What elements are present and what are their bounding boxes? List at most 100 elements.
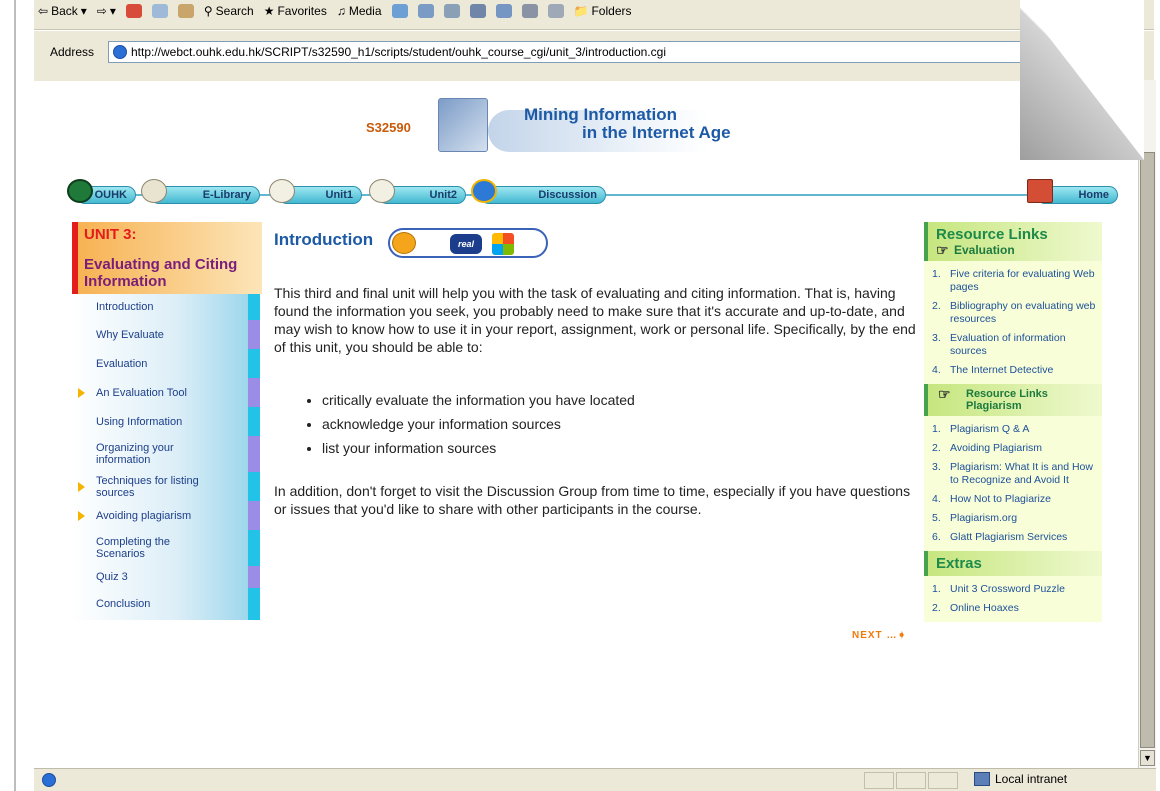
page-viewport: S32590 Mining Information in the Interne… bbox=[48, 82, 1138, 768]
resource-link[interactable]: 1. Plagiarism Q & A bbox=[932, 420, 1098, 439]
address-label: Address bbox=[50, 45, 95, 59]
favorites-button[interactable]: ★ Favorites bbox=[264, 4, 327, 18]
windows-media-icon[interactable] bbox=[492, 233, 514, 255]
forward-button[interactable]: ⇨ ▾ bbox=[97, 4, 116, 18]
menu-item-using-information[interactable]: Using Information bbox=[72, 407, 260, 436]
edit-icon[interactable] bbox=[469, 4, 486, 18]
discuss-icon[interactable] bbox=[495, 4, 512, 18]
nav-elibrary[interactable]: E-Library bbox=[141, 179, 260, 204]
plagiarism-resources: ☞ Resource Links Plagiarism 1. Plagiarism… bbox=[924, 384, 1102, 551]
chevron-down-icon: ▾ bbox=[109, 4, 116, 18]
menu-item-organizing[interactable]: Organizing your information bbox=[72, 436, 260, 472]
next-arrow-icon: …➧ bbox=[886, 630, 907, 641]
search-icon: ⚲ bbox=[203, 4, 213, 18]
back-button[interactable]: ⇦ Back ▾ bbox=[38, 4, 87, 18]
course-banner: S32590 Mining Information in the Interne… bbox=[338, 92, 808, 162]
print-icon[interactable] bbox=[443, 4, 460, 18]
course-code: S32590 bbox=[366, 120, 411, 135]
scroll-down-button[interactable]: ▼ bbox=[1140, 750, 1155, 766]
history-icon[interactable] bbox=[391, 4, 408, 18]
list-item: acknowledge your information sources bbox=[322, 412, 635, 436]
book-icon bbox=[269, 179, 295, 203]
evaluation-subheading: ☞ Evaluation bbox=[924, 242, 1102, 261]
refresh-icon[interactable] bbox=[151, 4, 168, 18]
ie-page-icon bbox=[113, 45, 127, 59]
media-button[interactable]: ♫ Media bbox=[337, 4, 382, 18]
page-title: Introduction bbox=[274, 230, 374, 249]
intro-paragraph: This third and final unit will help you … bbox=[274, 285, 916, 355]
unit-label: UNIT 3: bbox=[84, 226, 137, 243]
browser-window: ⇦ Back ▾ ⇨ ▾ ⚲ Search ★ Favorites ♫ Medi… bbox=[14, 0, 1156, 791]
unit-menu: Introduction Why Evaluate Evaluation An … bbox=[72, 294, 260, 620]
ouhk-logo-icon bbox=[67, 179, 93, 203]
browser-toolbar: ⇦ Back ▾ ⇨ ▾ ⚲ Search ★ Favorites ♫ Medi… bbox=[34, 0, 1154, 30]
folders-button[interactable]: 📁 Folders bbox=[574, 4, 632, 18]
resource-link[interactable]: 2. Online Hoaxes bbox=[932, 599, 1098, 618]
triangle-bullet-icon bbox=[78, 510, 85, 521]
messenger-icon[interactable] bbox=[547, 4, 564, 18]
menu-item-evaluation[interactable]: Evaluation bbox=[72, 349, 260, 378]
resource-link[interactable]: 4. The Internet Detective bbox=[932, 361, 1098, 380]
url-input[interactable]: http://webct.ouhk.edu.hk/SCRIPT/s32590_h… bbox=[108, 41, 1056, 63]
evaluation-resources: Resource Links ☞ Evaluation 1. Five crite… bbox=[924, 222, 1102, 384]
pointing-hand-icon: ☞ bbox=[938, 386, 951, 402]
ie-status-icon bbox=[42, 773, 56, 787]
status-cell bbox=[896, 772, 926, 789]
list-item: critically evaluate the information you … bbox=[322, 388, 635, 412]
menu-item-quiz3[interactable]: Quiz 3 bbox=[72, 566, 260, 588]
book-icon bbox=[369, 179, 395, 203]
extras-heading: Extras bbox=[924, 551, 1102, 576]
resource-panel: Resource Links ☞ Evaluation 1. Five crite… bbox=[924, 222, 1102, 622]
nav-ouhk[interactable]: OUHK bbox=[67, 179, 136, 204]
nav-unit2[interactable]: Unit2 bbox=[369, 179, 466, 204]
menu-item-evaluation-tool[interactable]: An Evaluation Tool bbox=[72, 378, 260, 407]
speaker-icon[interactable] bbox=[392, 232, 416, 254]
nav-home[interactable]: Home bbox=[1027, 179, 1118, 204]
resource-link[interactable]: 6. Glatt Plagiarism Services bbox=[932, 528, 1098, 547]
house-icon bbox=[1027, 179, 1053, 203]
discussion-paragraph: In addition, don't forget to visit the D… bbox=[274, 483, 911, 517]
menu-item-conclusion[interactable]: Conclusion bbox=[72, 588, 260, 620]
menu-item-why-evaluate[interactable]: Why Evaluate bbox=[72, 320, 260, 349]
search-button[interactable]: ⚲ Search bbox=[204, 4, 254, 18]
folder-icon: 📁 bbox=[573, 4, 589, 18]
evaluation-links: 1. Five criteria for evaluating Web pages… bbox=[924, 261, 1102, 384]
resource-link[interactable]: 3. Evaluation of information sources bbox=[932, 329, 1098, 361]
resource-link[interactable]: 1. Unit 3 Crossword Puzzle bbox=[932, 580, 1098, 599]
resource-link[interactable]: 3. Plagiarism: What It is and How to Reco… bbox=[932, 458, 1098, 490]
resource-link[interactable]: 2. Avoiding Plagiarism bbox=[932, 439, 1098, 458]
address-bar: Address http://webct.ouhk.edu.hk/SCRIPT/… bbox=[34, 31, 1154, 81]
vertical-scrollbar[interactable]: ▼ bbox=[1138, 80, 1156, 768]
discussion-icon bbox=[471, 179, 497, 203]
course-title: Mining Information in the Internet Age bbox=[524, 105, 731, 142]
monitor-graphic bbox=[438, 98, 488, 152]
mouse-icon bbox=[141, 179, 167, 203]
resource-link[interactable]: 4. How Not to Plagiarize bbox=[932, 490, 1098, 509]
home-icon[interactable] bbox=[177, 4, 194, 18]
realplayer-icon[interactable]: real bbox=[450, 234, 482, 254]
stop-icon[interactable] bbox=[125, 4, 142, 18]
media-icon: ♫ bbox=[336, 4, 346, 18]
extras-resources: Extras 1. Unit 3 Crossword Puzzle 2. Onlin… bbox=[924, 551, 1102, 622]
list-item: list your information sources bbox=[322, 436, 635, 460]
pointing-hand-icon: ☞ bbox=[936, 242, 949, 258]
menu-item-introduction[interactable]: Introduction bbox=[72, 294, 260, 320]
nav-unit1[interactable]: Unit1 bbox=[269, 179, 362, 204]
mail-icon[interactable] bbox=[417, 4, 434, 18]
plagiarism-links: 1. Plagiarism Q & A 2. Avoiding Plagiarism… bbox=[924, 416, 1102, 551]
triangle-bullet-icon bbox=[78, 387, 85, 398]
resource-link[interactable]: 1. Five criteria for evaluating Web pages bbox=[932, 265, 1098, 297]
security-zone: Local intranet bbox=[974, 772, 1067, 786]
url-text: http://webct.ouhk.edu.hk/SCRIPT/s32590_h… bbox=[131, 45, 666, 59]
resource-link[interactable]: 2. Bibliography on evaluating web resourc… bbox=[932, 297, 1098, 329]
site-nav: OUHK E-Library Unit1 Unit2 Discussion Ho… bbox=[67, 179, 1118, 208]
menu-item-avoiding-plagiarism[interactable]: Avoiding plagiarism bbox=[72, 501, 260, 530]
next-link[interactable]: NEXT …➧ bbox=[852, 630, 907, 641]
menu-item-techniques[interactable]: Techniques for listing sources bbox=[72, 472, 260, 501]
nav-discussion[interactable]: Discussion bbox=[471, 179, 606, 204]
research-icon[interactable] bbox=[521, 4, 538, 18]
menu-item-completing-scenarios[interactable]: Completing the Scenarios bbox=[72, 530, 260, 566]
scroll-thumb[interactable] bbox=[1140, 152, 1155, 748]
intranet-icon bbox=[974, 772, 990, 786]
resource-link[interactable]: 5. Plagiarism.org bbox=[932, 509, 1098, 528]
